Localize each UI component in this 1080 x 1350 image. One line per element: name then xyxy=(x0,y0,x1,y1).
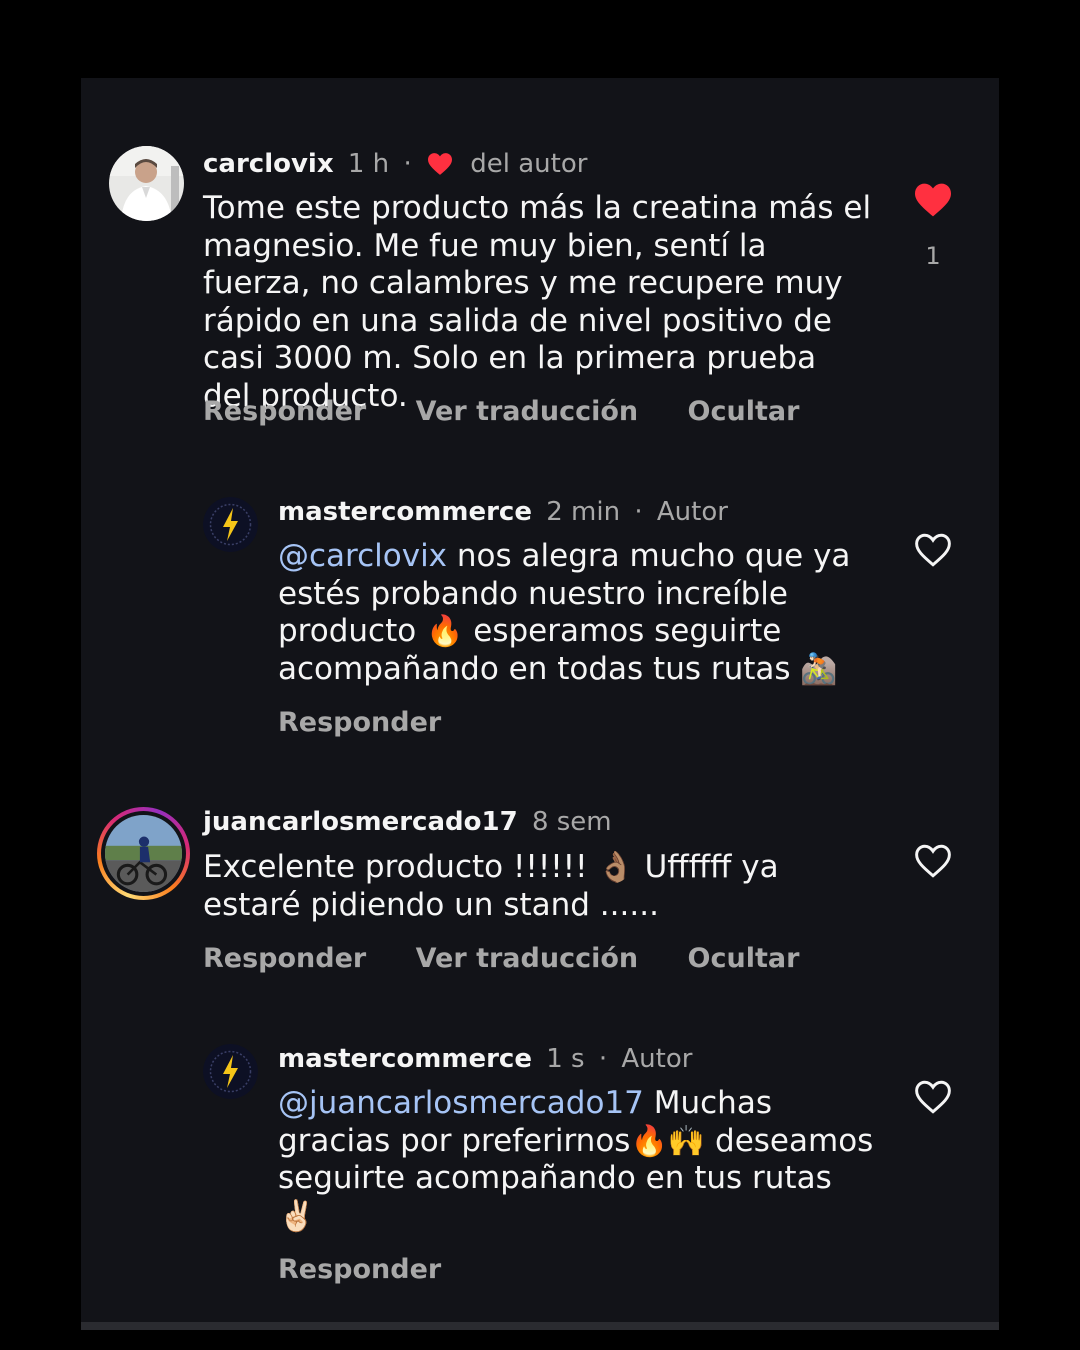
hide-button[interactable]: Ocultar xyxy=(688,396,800,427)
mention-link[interactable]: @juancarlosmercado17 xyxy=(278,1085,644,1121)
heart-outline-icon xyxy=(915,533,951,567)
avatar[interactable] xyxy=(109,146,184,221)
like-count: 1 xyxy=(925,242,941,270)
comment-text: @carclovix nos alegra mucho que ya estés… xyxy=(278,538,851,687)
comment-actions: Responder Ver traducción Ocultar xyxy=(203,942,839,976)
translate-button[interactable]: Ver traducción xyxy=(416,396,638,427)
heart-filled-icon xyxy=(915,183,951,217)
like-button[interactable] xyxy=(913,532,953,568)
like-button[interactable] xyxy=(913,1079,953,1115)
heart-filled-icon xyxy=(426,152,454,176)
timestamp: 8 sem xyxy=(531,807,612,837)
avatar-story-ring[interactable] xyxy=(97,807,190,900)
timestamp: 1 h xyxy=(347,149,390,179)
timestamp: 2 min xyxy=(546,497,621,527)
comment-text: Excelente producto !!!!!! 👌🏽 Uffffff ya … xyxy=(203,849,779,923)
comment-actions: Responder xyxy=(278,706,481,740)
separator: · xyxy=(634,497,643,527)
username[interactable]: carclovix xyxy=(203,149,334,179)
separator: · xyxy=(403,149,412,179)
username[interactable]: mastercommerce xyxy=(278,1044,532,1074)
victory-hand-emoji: ✌🏻 xyxy=(278,1198,316,1234)
fire-raised-hands-emoji: 🔥🙌 xyxy=(630,1123,706,1159)
comment-actions: Responder Ver traducción Ocultar xyxy=(203,395,839,429)
avatar-photo xyxy=(105,815,182,892)
comment-text: Tome este producto más la creatina más e… xyxy=(203,190,872,414)
author-like-label: del autor xyxy=(470,149,588,179)
comment-text: @juancarlosmercado17 Muchas gracias por … xyxy=(278,1085,874,1234)
username[interactable]: mastercommerce xyxy=(278,497,532,527)
heart-outline-icon xyxy=(915,844,951,878)
translate-button[interactable]: Ver traducción xyxy=(416,943,638,974)
like-button[interactable] xyxy=(913,182,953,218)
author-badge: Autor xyxy=(656,497,728,527)
ok-hand-emoji: 👌🏽 xyxy=(597,850,635,885)
reply-button[interactable]: Responder xyxy=(278,1254,441,1285)
avatar[interactable] xyxy=(203,1044,258,1099)
avatar[interactable] xyxy=(203,497,258,552)
reply-button[interactable]: Responder xyxy=(203,396,366,427)
reply-button[interactable]: Responder xyxy=(203,943,366,974)
comment-actions: Responder xyxy=(278,1253,481,1287)
mountain-bike-emoji: 🚵🏻 xyxy=(800,651,838,687)
hide-button[interactable]: Ocultar xyxy=(688,943,800,974)
heart-outline-icon xyxy=(915,1080,951,1114)
separator: · xyxy=(598,1044,608,1074)
like-button[interactable] xyxy=(913,843,953,879)
mention-link[interactable]: @carclovix xyxy=(278,538,447,574)
timestamp: 1 s xyxy=(546,1044,585,1074)
author-badge: Autor xyxy=(621,1044,693,1074)
fire-emoji: 🔥 xyxy=(426,614,464,649)
username[interactable]: juancarlosmercado17 xyxy=(203,807,518,837)
reply-button[interactable]: Responder xyxy=(278,707,441,738)
